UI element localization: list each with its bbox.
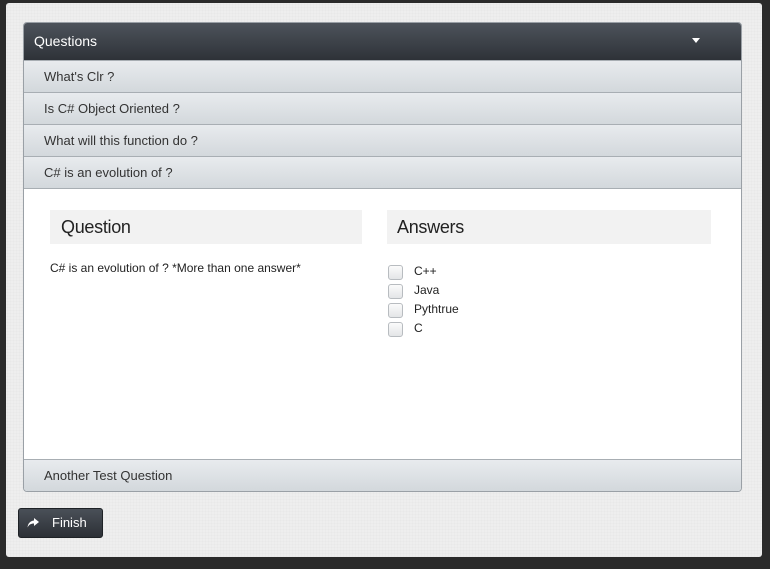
accordion-header[interactable]: Questions: [24, 23, 741, 60]
answer-option[interactable]: Java: [388, 280, 459, 299]
answer-option[interactable]: C++: [388, 261, 459, 280]
caret-down-icon[interactable]: [692, 38, 700, 43]
accordion-item-evolution[interactable]: C# is an evolution of ?: [24, 156, 741, 188]
accordion-header-title: Questions: [34, 33, 98, 49]
questions-accordion: Questions What's Clr ? Is C# Object Orie…: [23, 22, 742, 492]
answer-checkbox[interactable]: [388, 284, 403, 299]
question-text: C# is an evolution of ? *More than one a…: [50, 261, 301, 275]
accordion-item-another-test[interactable]: Another Test Question: [24, 459, 741, 491]
accordion-item-whats-clr[interactable]: What's Clr ?: [24, 60, 741, 92]
answer-option[interactable]: C: [388, 318, 459, 337]
finish-button[interactable]: Finish: [18, 508, 103, 538]
answer-checkbox[interactable]: [388, 322, 403, 337]
answer-label: C++: [414, 263, 437, 278]
question-heading: Question: [50, 210, 362, 244]
answers-heading: Answers: [387, 210, 711, 244]
answer-label: Pythtrue: [414, 301, 459, 316]
accordion-item-object-oriented[interactable]: Is C# Object Oriented ?: [24, 92, 741, 124]
answer-option[interactable]: Pythtrue: [388, 299, 459, 318]
answer-label: C: [414, 320, 423, 335]
answers-list: C++ Java Pythtrue C: [388, 261, 459, 337]
finish-label: Finish: [52, 515, 87, 530]
page: Questions What's Clr ? Is C# Object Orie…: [6, 3, 762, 557]
answer-label: Java: [414, 282, 440, 297]
share-arrow-icon: [27, 518, 39, 528]
answer-checkbox[interactable]: [388, 303, 403, 318]
answer-checkbox[interactable]: [388, 265, 403, 280]
accordion-item-function[interactable]: What will this function do ?: [24, 124, 741, 156]
accordion-content-panel: Question Answers C# is an evolution of ?…: [24, 188, 741, 459]
